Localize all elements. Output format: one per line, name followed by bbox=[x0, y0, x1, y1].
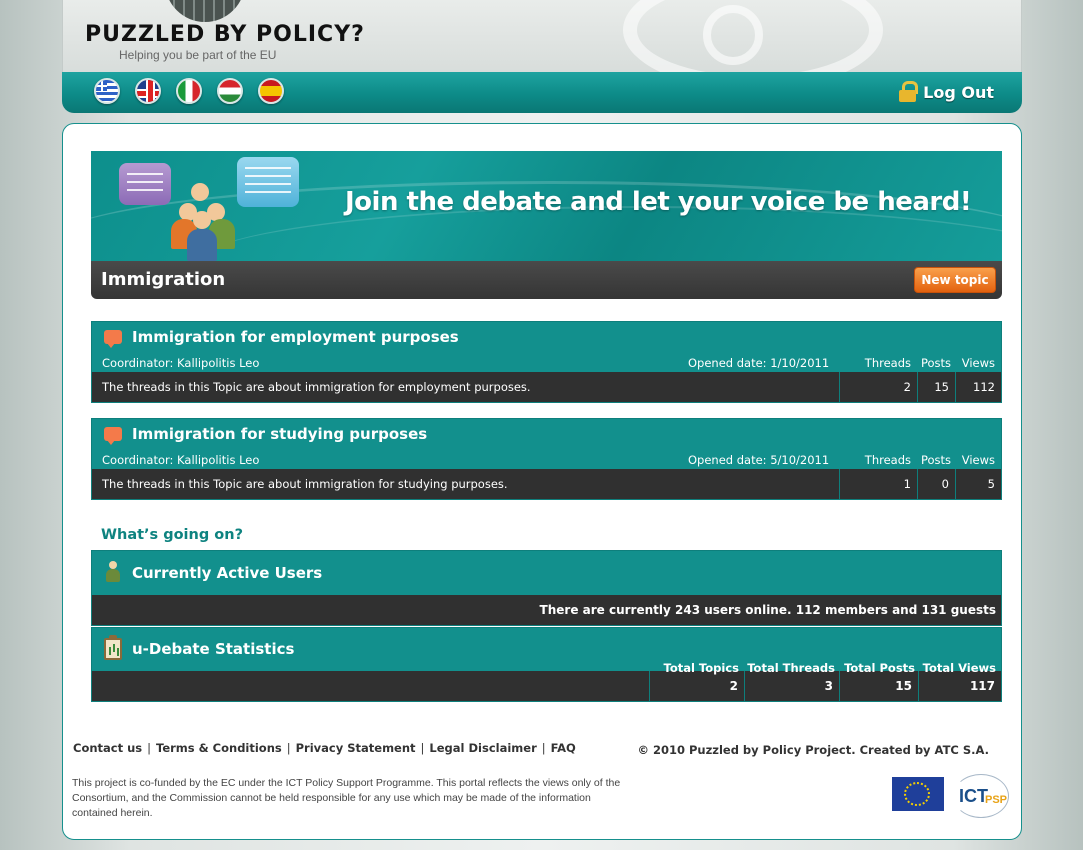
topic-block-header: Immigration for employment purposes Coor… bbox=[91, 321, 1002, 372]
posts-count: 15 bbox=[918, 372, 956, 402]
views-count: 5 bbox=[987, 477, 995, 491]
copyright-text: © 2010 Puzzled by Policy Project. Create… bbox=[637, 743, 989, 757]
speech-bubble-icon bbox=[237, 157, 299, 207]
threads-count: 1 bbox=[840, 469, 918, 499]
site-tagline: Helping you be part of the EU bbox=[119, 48, 277, 62]
comment-icon bbox=[104, 427, 122, 445]
logout-label: Log Out bbox=[923, 82, 994, 102]
site-logo[interactable]: PUZZLED BY POLICY? bbox=[85, 22, 365, 47]
whats-going-on-heading: What’s going on? bbox=[101, 527, 243, 543]
total-threads-value: 3 bbox=[745, 671, 840, 701]
topic-row: The threads in this Topic are about immi… bbox=[91, 372, 1002, 403]
hungary-flag-icon[interactable] bbox=[217, 78, 243, 104]
active-users-row: There are currently 243 users online. 11… bbox=[91, 595, 1002, 626]
comment-icon bbox=[104, 330, 122, 348]
eu-flag-logo bbox=[892, 777, 944, 811]
logout-button[interactable]: Log Out bbox=[899, 81, 994, 103]
main-panel: Join the debate and let your voice be he… bbox=[62, 123, 1022, 840]
statistics-header: u-Debate Statistics Total Topics Total T… bbox=[91, 627, 1002, 675]
terms-link[interactable]: Terms & Conditions bbox=[156, 741, 282, 755]
topic-name-link[interactable]: Immigration for studying purposes bbox=[132, 425, 427, 443]
posts-count: 0 bbox=[918, 469, 956, 499]
total-topics-value: 2 bbox=[650, 671, 745, 701]
language-selector bbox=[94, 78, 284, 104]
posts-header: Posts bbox=[920, 356, 951, 370]
ict-logo-text: ICT bbox=[959, 786, 988, 806]
header-decoration-circle bbox=[703, 5, 763, 65]
italy-flag-icon[interactable] bbox=[176, 78, 202, 104]
total-threads-header: Total Threads bbox=[747, 661, 835, 675]
total-posts-value: 15 bbox=[840, 671, 919, 701]
footer-links: Contact us | Terms & Conditions | Privac… bbox=[73, 741, 576, 755]
topic-block-header: Immigration for studying purposes Coordi… bbox=[91, 418, 1002, 469]
active-users-block: Currently Active Users There are current… bbox=[91, 550, 1002, 626]
banner-headline: Join the debate and let your voice be he… bbox=[345, 187, 972, 217]
views-count: 112 bbox=[973, 380, 995, 394]
people-group-icon bbox=[165, 181, 245, 261]
faq-link[interactable]: FAQ bbox=[551, 741, 576, 755]
page-title: Immigration bbox=[101, 269, 226, 290]
privacy-link[interactable]: Privacy Statement bbox=[296, 741, 416, 755]
psp-logo-text: PSP bbox=[985, 794, 1008, 806]
link-separator: | bbox=[420, 741, 425, 755]
posts-header: Posts bbox=[920, 453, 951, 467]
topic-description: The threads in this Topic are about immi… bbox=[92, 372, 840, 402]
topic-header-bar: Immigration New topic bbox=[91, 261, 1002, 299]
clipboard-chart-icon bbox=[104, 635, 122, 660]
uk-flag-icon[interactable] bbox=[135, 78, 161, 104]
stat-spacer bbox=[92, 671, 650, 701]
new-topic-button[interactable]: New topic bbox=[914, 267, 996, 293]
greek-flag-icon[interactable] bbox=[94, 78, 120, 104]
legal-disclaimer-link[interactable]: Legal Disclaimer bbox=[429, 741, 536, 755]
topic-block: Immigration for studying purposes Coordi… bbox=[91, 418, 1002, 500]
total-views-header: Total Views bbox=[922, 661, 996, 675]
speech-bubble-icon bbox=[119, 163, 171, 205]
link-separator: | bbox=[541, 741, 546, 755]
opened-date: Opened date: 1/10/2011 bbox=[688, 356, 830, 370]
active-users-title: Currently Active Users bbox=[132, 564, 323, 582]
eu-stars-icon bbox=[904, 782, 930, 806]
statistics-title: u-Debate Statistics bbox=[132, 640, 295, 658]
coordinator-label: Coordinator: Kallipolitis Leo bbox=[102, 453, 260, 467]
top-navbar: Log Out bbox=[62, 72, 1022, 113]
total-posts-header: Total Posts bbox=[844, 661, 915, 675]
views-header: Views bbox=[961, 453, 995, 467]
globe-logo-icon bbox=[165, 0, 245, 22]
coordinator-label: Coordinator: Kallipolitis Leo bbox=[102, 356, 260, 370]
active-users-header: Currently Active Users bbox=[91, 550, 1002, 595]
topic-block: Immigration for employment purposes Coor… bbox=[91, 321, 1002, 403]
views-header: Views bbox=[961, 356, 995, 370]
funding-disclaimer: This project is co-funded by the EC unde… bbox=[72, 777, 621, 819]
statistics-block: u-Debate Statistics Total Topics Total T… bbox=[91, 627, 1002, 702]
lock-icon bbox=[899, 81, 919, 103]
spain-flag-icon[interactable] bbox=[258, 78, 284, 104]
opened-date: Opened date: 5/10/2011 bbox=[688, 453, 830, 467]
threads-header: Threads bbox=[864, 453, 911, 467]
debate-banner: Join the debate and let your voice be he… bbox=[91, 151, 1002, 261]
site-header: PUZZLED BY POLICY? Helping you be part o… bbox=[62, 0, 1022, 72]
topic-name-link[interactable]: Immigration for employment purposes bbox=[132, 328, 459, 346]
link-separator: | bbox=[147, 741, 152, 755]
topic-description: The threads in this Topic are about immi… bbox=[92, 469, 840, 499]
link-separator: | bbox=[286, 741, 291, 755]
threads-header: Threads bbox=[864, 356, 911, 370]
total-views-value: 117 bbox=[969, 679, 995, 693]
statistics-row: 2 3 15 117 bbox=[91, 671, 1002, 702]
threads-count: 2 bbox=[840, 372, 918, 402]
total-topics-header: Total Topics bbox=[663, 661, 739, 675]
user-icon bbox=[106, 561, 120, 583]
contact-us-link[interactable]: Contact us bbox=[73, 741, 142, 755]
topic-row: The threads in this Topic are about immi… bbox=[91, 469, 1002, 500]
ict-psp-logo: ICT PSP bbox=[949, 774, 1015, 820]
